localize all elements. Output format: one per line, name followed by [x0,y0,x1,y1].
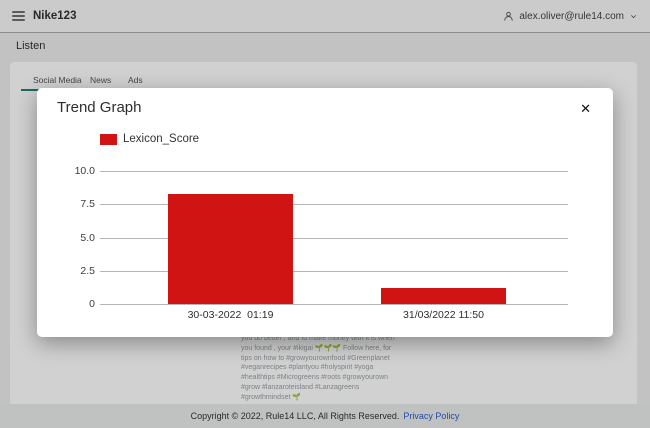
x-axis-label: 30-03-2022 01:19 [188,309,274,321]
x-axis-label: 31/03/2022 11:50 [403,309,484,321]
chart-gridline [100,171,568,172]
y-axis-tick: 10.0 [45,165,95,177]
y-axis-tick: 7.5 [45,198,95,210]
trend-chart: 10.0 7.5 5.0 2.5 0 30-03-2022 01:19 31/03/2022… [37,88,613,337]
y-axis-tick: 2.5 [45,265,95,277]
trend-graph-modal: Trend Graph ✕ Lexicon_Score 10.07.55.02.… [37,88,613,337]
y-axis-tick: 5.0 [45,232,95,244]
bar-lexicon-score[interactable] [381,288,506,304]
y-axis-tick: 0 [45,298,95,310]
chart-gridline [100,304,568,305]
bar-lexicon-score[interactable] [168,194,293,304]
